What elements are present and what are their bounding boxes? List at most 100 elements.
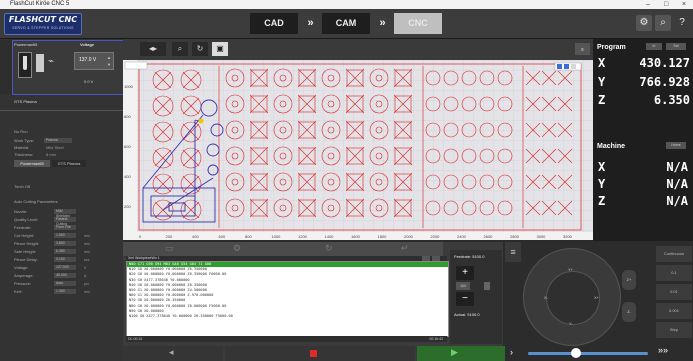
param-value[interactable]: 45.000 bbox=[54, 273, 76, 278]
x-tick-label: 400 bbox=[192, 234, 199, 239]
arc-icon: ⌁ bbox=[48, 56, 55, 67]
jog-dial[interactable]: Y+ Y- X+ X- bbox=[523, 248, 621, 346]
param-value[interactable]: 1.300 bbox=[54, 289, 76, 294]
zoom-in-icon[interactable]: ⌕ bbox=[172, 42, 188, 56]
zoom-icon[interactable]: ⌕ bbox=[655, 15, 671, 31]
param-label: Nozzle: bbox=[14, 209, 28, 214]
toolpath-drawing: 1000800600400200 0 200 400 600 800 1000 1200 14… bbox=[123, 60, 593, 240]
param-value[interactable]: 1.500 bbox=[54, 233, 76, 238]
feed-percent: 100 bbox=[456, 282, 470, 290]
param-row: Voltage: 127.000 V bbox=[14, 264, 122, 272]
param-row: Feedrate: From File bbox=[14, 224, 122, 232]
gcode-line[interactable]: N100 G0 X477.378640 Y0.000000 Z6.350000 … bbox=[127, 314, 448, 319]
fast-forward-icon[interactable]: »» bbox=[658, 345, 668, 355]
machine-z-axis: Z bbox=[598, 194, 606, 208]
settings-small-icon[interactable]: ⚙ bbox=[233, 243, 241, 254]
param-value[interactable]: Mild Shielded bbox=[54, 209, 76, 218]
thickness-row: Thickness: 8 mm bbox=[14, 152, 56, 157]
jog-z-minus-button[interactable]: Z- bbox=[622, 302, 636, 322]
close-button[interactable]: × bbox=[682, 0, 686, 9]
param-value[interactable]: 0.100 bbox=[54, 257, 76, 262]
param-value[interactable]: Auto bbox=[54, 281, 76, 286]
param-value[interactable]: 3.800 bbox=[54, 241, 76, 246]
pan-icon[interactable]: ◂▸ bbox=[140, 42, 166, 56]
param-value[interactable]: 127.000 bbox=[54, 265, 76, 270]
param-label: Pierce Delay: bbox=[14, 257, 38, 262]
toolpath-canvas[interactable]: 1000 800 600 400 200 0 200 400 600 800 1000 1200 14… bbox=[123, 60, 593, 240]
param-value[interactable]: 6.350 bbox=[54, 249, 76, 254]
param-value[interactable]: From File bbox=[54, 225, 76, 230]
jog-step-button[interactable]: 0.01 bbox=[656, 284, 692, 300]
param-value[interactable]: Fastest Cutting bbox=[54, 217, 76, 226]
mode-cam-button[interactable]: CAM bbox=[322, 13, 370, 34]
param-row: Pressure: Auto psi bbox=[14, 280, 122, 288]
x-tick-label: 1000 bbox=[272, 234, 282, 239]
param-label: Safe Height: bbox=[14, 249, 37, 254]
folder-icon[interactable]: ▭ bbox=[165, 243, 174, 254]
param-unit: mm bbox=[84, 290, 90, 294]
window-titlebar: FlashCut Kiröe CNC 5 – □ × bbox=[0, 0, 693, 9]
jog-z-plus-button[interactable]: Z+ bbox=[622, 270, 636, 290]
jog-step-button[interactable]: Step bbox=[656, 322, 692, 338]
voltage-down-icon[interactable]: ▼ bbox=[107, 62, 111, 67]
app-logo: FLASHCUT CNC SERVO & STEPPER SOLUTIONS bbox=[4, 13, 82, 35]
jog-y-minus[interactable]: Y- bbox=[569, 321, 573, 326]
mode-cad-button[interactable]: CAD bbox=[250, 13, 298, 34]
voltage-up-icon[interactable]: ▲ bbox=[107, 55, 111, 60]
param-label: Pressure: bbox=[14, 281, 32, 286]
logo-name: FLASHCUT CNC bbox=[8, 15, 78, 24]
param-unit: mm bbox=[84, 250, 90, 254]
settings-icon[interactable]: ⚙ bbox=[636, 15, 652, 31]
jog-step-button[interactable]: 0.001 bbox=[656, 303, 692, 319]
feed-decrease-button[interactable]: − bbox=[456, 292, 474, 306]
program-set-button[interactable]: Set bbox=[666, 43, 686, 50]
collapse-icon[interactable]: › bbox=[510, 347, 513, 357]
refresh-icon[interactable]: ↻ bbox=[192, 42, 208, 56]
jog-speed-knob[interactable] bbox=[571, 348, 581, 358]
machine-y-axis: Y bbox=[598, 177, 606, 191]
param-row: Cut Height: 1.500 mm bbox=[14, 232, 122, 240]
param-label: Cut Height: bbox=[14, 233, 35, 238]
program-in-button[interactable]: In bbox=[646, 43, 662, 50]
mode-arrow-icon: » bbox=[307, 17, 314, 29]
param-unit: mm bbox=[84, 234, 90, 238]
menu-icon[interactable]: ≡ bbox=[505, 242, 521, 262]
step-back-button[interactable]: ◂ bbox=[123, 346, 223, 361]
param-unit: A bbox=[84, 274, 87, 278]
gts-plasma-button[interactable]: GTS Plasma bbox=[52, 160, 86, 167]
reset-icon[interactable]: ↻ bbox=[325, 243, 333, 254]
jog-y-plus[interactable]: Y+ bbox=[568, 267, 573, 272]
voltage-label: Voltage bbox=[80, 42, 95, 47]
start-button[interactable]: ▶ bbox=[417, 346, 505, 361]
feed-toggle[interactable] bbox=[484, 282, 490, 290]
mode-cnc-button[interactable]: CNC bbox=[394, 13, 442, 34]
gcode-text[interactable]: N00 G71 G90 G94 M03 G40 G54 G64 T1 G00 N1… bbox=[126, 261, 449, 337]
x-tick-label: 2800 bbox=[510, 234, 520, 239]
program-y-axis: Y bbox=[598, 75, 606, 89]
x-tick-label: 200 bbox=[166, 234, 173, 239]
elapsed-time: DL:00:15 bbox=[128, 337, 143, 341]
x-tick-label: 600 bbox=[219, 234, 226, 239]
x-tick-label: 1600 bbox=[351, 234, 361, 239]
machine-home-button[interactable]: Home bbox=[666, 142, 686, 149]
stop-icon bbox=[310, 350, 317, 357]
return-icon[interactable]: ↵ bbox=[401, 243, 409, 254]
feed-increase-button[interactable]: + bbox=[456, 266, 474, 280]
jog-speed-slider[interactable] bbox=[528, 348, 648, 358]
program-x-axis: X bbox=[598, 56, 606, 70]
stop-button[interactable] bbox=[225, 346, 415, 361]
jog-x-minus[interactable]: X- bbox=[544, 295, 548, 300]
jog-x-plus[interactable]: X+ bbox=[594, 295, 599, 300]
maximize-button[interactable]: □ bbox=[664, 0, 668, 9]
view-options-icon[interactable]: ≡ bbox=[575, 43, 590, 55]
minimize-button[interactable]: – bbox=[646, 0, 650, 9]
param-unit: sec bbox=[84, 258, 90, 262]
powermax-button[interactable]: Powermax65 bbox=[14, 160, 50, 167]
jog-step-button[interactable]: 0.1 bbox=[656, 265, 692, 281]
jog-dial-inner bbox=[546, 271, 600, 325]
help-icon[interactable]: ? bbox=[674, 15, 690, 31]
x-tick-label: 800 bbox=[245, 234, 252, 239]
jog-step-button[interactable]: Continuous bbox=[656, 246, 692, 262]
zoom-fit-icon[interactable]: ▣ bbox=[212, 42, 228, 56]
torch-slider-icon[interactable] bbox=[36, 54, 44, 72]
